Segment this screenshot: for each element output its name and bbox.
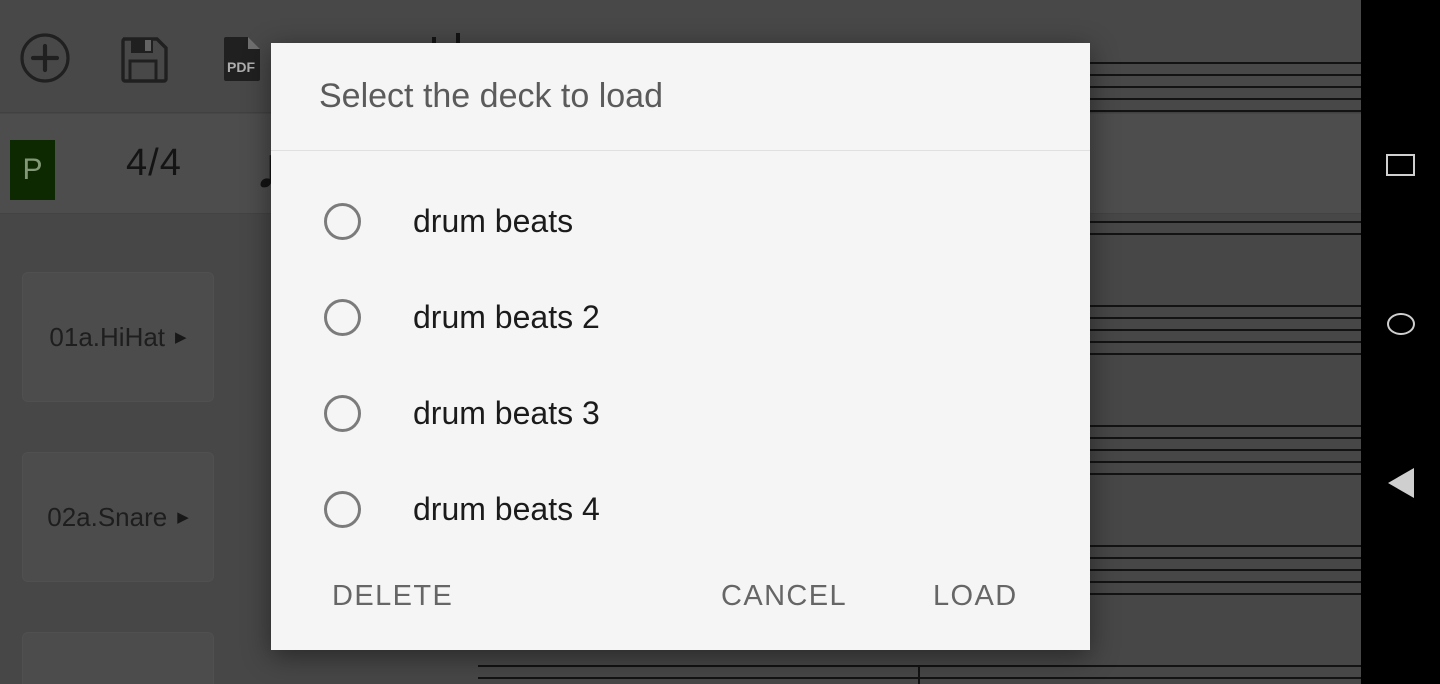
play-arrow-icon[interactable]: ▶ — [177, 508, 189, 526]
deck-card[interactable] — [22, 632, 214, 684]
radio-button-icon[interactable] — [324, 394, 361, 432]
part-badge[interactable]: P — [10, 140, 55, 200]
deck-card[interactable]: 02a.Snare ▶ — [22, 452, 214, 582]
radio-button-icon[interactable] — [324, 202, 361, 240]
dialog-header: Select the deck to load — [271, 43, 1090, 151]
load-button[interactable]: LOAD — [927, 570, 1024, 623]
radio-option-label: drum beats 2 — [413, 298, 600, 335]
load-deck-dialog: Select the deck to load drum beats drum … — [271, 43, 1090, 650]
time-signature[interactable]: 4/4 — [126, 142, 182, 185]
circle-icon — [1386, 313, 1415, 335]
deck-card[interactable]: 01a.HiHat ▶ — [22, 272, 214, 402]
radio-option-drum-beats-2[interactable]: drum beats 2 — [271, 269, 1090, 365]
dialog-actions: DELETE CANCEL LOAD — [271, 558, 1090, 650]
play-arrow-icon[interactable]: ▶ — [175, 328, 187, 346]
deck-card-label: 01a.HiHat — [49, 321, 166, 352]
radio-option-drum-beats[interactable]: drum beats — [271, 173, 1090, 269]
radio-button-icon[interactable] — [324, 490, 361, 528]
back-button[interactable] — [1378, 460, 1424, 506]
dialog-option-list: drum beats drum beats 2 drum beats 3 dru… — [271, 151, 1090, 558]
delete-button[interactable]: DELETE — [326, 570, 459, 623]
home-button[interactable] — [1378, 301, 1424, 347]
android-navigation-bar — [1361, 0, 1440, 684]
add-circle-icon[interactable] — [18, 31, 72, 85]
radio-option-drum-beats-4[interactable]: drum beats 4 — [271, 461, 1090, 557]
cancel-button[interactable]: CANCEL — [715, 570, 853, 623]
radio-option-label: drum beats 4 — [413, 490, 600, 527]
radio-option-label: drum beats 3 — [413, 394, 600, 431]
recents-button[interactable] — [1378, 142, 1424, 188]
triangle-back-icon — [1387, 468, 1414, 498]
square-icon — [1386, 154, 1415, 176]
radio-option-drum-beats-3[interactable]: drum beats 3 — [271, 365, 1090, 461]
radio-option-label: drum beats — [413, 202, 574, 239]
deck-card-column: 01a.HiHat ▶ 02a.Snare ▶ — [0, 214, 248, 684]
screen-root: PDF P 4/4 01a.HiHat ▶ 02a.Snare ▶ Select… — [0, 0, 1440, 684]
deck-card-label: 02a.Snare — [47, 501, 168, 532]
radio-button-icon[interactable] — [324, 298, 361, 336]
save-floppy-icon[interactable] — [116, 31, 170, 85]
dialog-title: Select the deck to load — [319, 77, 664, 115]
